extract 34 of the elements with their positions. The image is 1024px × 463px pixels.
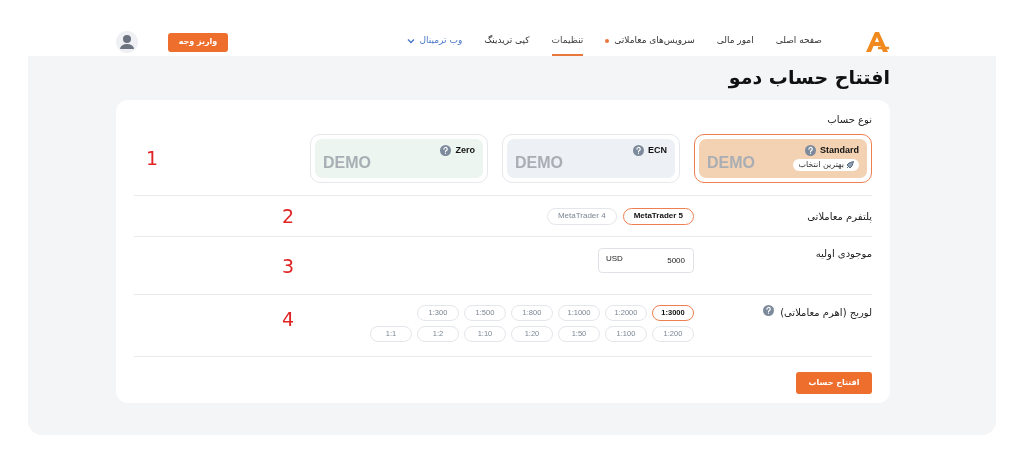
help-icon xyxy=(440,145,452,157)
nav-link[interactable]: تنظیمات xyxy=(551,28,584,56)
field-label: موجودی اولیه xyxy=(815,247,872,261)
account-type-card[interactable]: Zero DEMO xyxy=(310,134,488,183)
nav-link[interactable]: وب ترمینال xyxy=(406,28,463,56)
demo-watermark: DEMO xyxy=(707,153,755,173)
annotation-number: 3 xyxy=(282,253,295,279)
section-label: نوع حساب xyxy=(826,113,872,128)
account-type-name: Standard xyxy=(820,144,859,157)
account-type-name: ECN xyxy=(648,144,667,157)
avatar-icon[interactable] xyxy=(116,31,138,53)
best-choice-badge: بهترین انتخاب xyxy=(793,158,859,171)
demo-watermark: DEMO xyxy=(323,153,371,173)
page-title: افتتاح حساب دمو xyxy=(728,65,890,91)
logo-icon[interactable] xyxy=(864,31,890,53)
demo-watermark: DEMO xyxy=(515,153,563,173)
annotation-number: 4 xyxy=(282,307,295,332)
nav-link[interactable]: امور مالی xyxy=(716,28,754,56)
nav-link[interactable]: صفحه اصلی xyxy=(775,28,822,56)
annotation-number: 1 xyxy=(146,146,159,172)
annotation-number: 2 xyxy=(282,203,295,229)
nav-link[interactable]: سرویس‌های معاملاتی xyxy=(605,28,695,56)
rocket-icon xyxy=(846,160,854,169)
field-label: پلتفرم معاملاتی xyxy=(807,209,872,224)
chevron-down-icon xyxy=(406,38,415,44)
account-type-name: Zero xyxy=(455,144,475,157)
currency-label: USD xyxy=(606,254,623,263)
account-type-card[interactable]: ECN DEMO xyxy=(502,134,680,183)
open-account-button[interactable]: افتتاح حساب xyxy=(796,372,872,394)
field-label: لوریج (اهرم معاملاتی) xyxy=(780,306,872,320)
nav-link[interactable]: کپی تریدینگ xyxy=(484,28,530,56)
help-icon xyxy=(805,145,816,157)
help-icon xyxy=(633,145,644,157)
help-icon xyxy=(763,305,775,316)
